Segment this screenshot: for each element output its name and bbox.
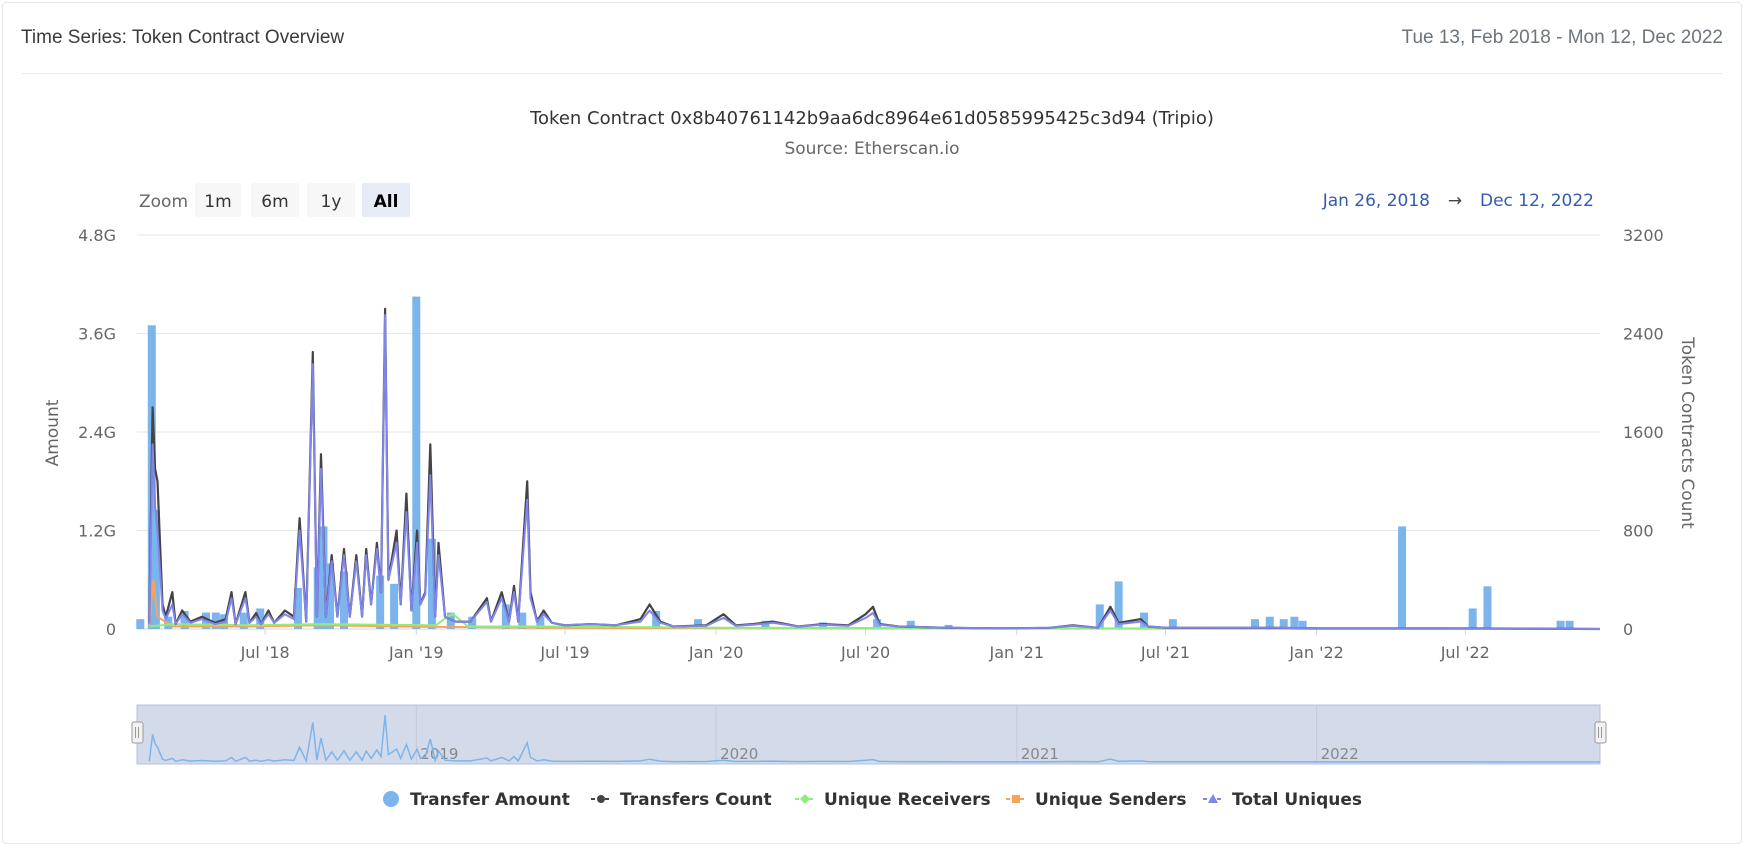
y-left-tick-label: 3.6G (78, 325, 116, 344)
legend-label: Transfer Amount (410, 790, 570, 810)
y-right-tick-label: 2400 (1623, 325, 1664, 344)
range-from-input[interactable]: Jan 26, 2018 (1322, 191, 1430, 211)
x-tick-label: Jul '20 (840, 643, 890, 662)
legend-item-transfers-count[interactable]: Transfers Count (591, 790, 772, 810)
y-axis-left: 0 1.2G 2.4G 3.6G 4.8G (78, 226, 116, 639)
series-lines (148, 307, 1601, 631)
y-left-tick-label: 2.4G (78, 423, 116, 442)
transfer-amount-bar (136, 619, 145, 629)
y-right-tick-label: 800 (1623, 522, 1654, 541)
y-axis-right: 0 800 1600 2400 3200 (1623, 226, 1664, 639)
time-series-chart: Token Contract 0x8b40761142b9aa6dc8964e6… (43, 108, 1697, 810)
x-tick-label: Jan '19 (388, 643, 444, 662)
y-right-tick-label: 1600 (1623, 423, 1664, 442)
chart-title: Token Contract 0x8b40761142b9aa6dc8964e6… (529, 108, 1214, 129)
legend-marker (1208, 794, 1218, 803)
navigator-right-handle[interactable] (1594, 721, 1607, 744)
chart-subtitle: Source: Etherscan.io (784, 139, 959, 159)
y-left-tick-label: 1.2G (78, 522, 116, 541)
range-arrow: → (1448, 191, 1462, 211)
x-tick-label: Jul '19 (539, 643, 589, 662)
navigator-year-label: 2021 (1021, 745, 1059, 763)
legend-item-unique-receivers[interactable]: Unique Receivers (795, 790, 991, 810)
zoom-button-1y[interactable]: 1y (307, 183, 355, 217)
legend-marker (800, 794, 810, 804)
y-left-tick-label: 0 (106, 620, 116, 639)
y-axis-left-title: Amount (43, 399, 63, 466)
legend: Transfer Amount Transfers Count Unique Rec… (383, 790, 1362, 810)
zoom-label: Zoom (139, 192, 188, 212)
navigator-handle-grip[interactable] (131, 721, 144, 744)
navigator-left-handle[interactable] (131, 721, 144, 744)
legend-label: Unique Receivers (824, 790, 991, 810)
x-tick-label: Jan '22 (1288, 643, 1344, 662)
zoom-button-all-label: All (374, 192, 399, 212)
x-tick-label: Jul '21 (1140, 643, 1190, 662)
transfer-amount-bar (390, 583, 399, 629)
transfer-amount-bar (1468, 608, 1477, 629)
legend-label: Total Uniques (1232, 790, 1362, 810)
y-axis-right-title: Token Contracts Count (1677, 336, 1697, 529)
navigator-year-label: 2022 (1321, 745, 1359, 763)
x-axis: Jul '18 Jan '19 Jul '19 Jan '20 Jul '20 Jan '… (240, 629, 1490, 662)
transfer-amount-bars (136, 296, 1574, 629)
range-to-input[interactable]: Dec 12, 2022 (1480, 191, 1594, 211)
zoom-button-all[interactable]: All (362, 183, 410, 217)
y-right-tick-label: 0 (1623, 620, 1633, 639)
transfers-count-line (148, 307, 1601, 631)
zoom-button-6m-label: 6m (261, 192, 288, 212)
legend-item-transfer-amount[interactable]: Transfer Amount (383, 790, 570, 810)
x-tick-label: Jul '22 (1440, 643, 1490, 662)
navigator-handle-grip[interactable] (1594, 721, 1607, 744)
legend-item-total-uniques[interactable]: Total Uniques (1203, 790, 1362, 810)
legend-label: Unique Senders (1035, 790, 1187, 810)
zoom-button-1m[interactable]: 1m (195, 183, 241, 217)
total-uniques-line (148, 314, 1601, 630)
legend-item-unique-senders[interactable]: Unique Senders (1006, 790, 1187, 810)
navigator-selected-range[interactable] (136, 704, 1601, 765)
legend-marker (1012, 795, 1020, 803)
x-tick-label: Jul '18 (240, 643, 290, 662)
zoom-button-6m[interactable]: 6m (251, 183, 299, 217)
navigator[interactable]: 2019 2020 2021 2022 (131, 704, 1607, 765)
y-right-tick-label: 3200 (1623, 226, 1664, 245)
zoom-button-1m-label: 1m (204, 192, 231, 212)
y-left-tick-label: 4.8G (78, 226, 116, 245)
legend-marker (597, 795, 605, 803)
transfer-amount-bar (1398, 526, 1407, 629)
x-tick-label: Jan '20 (688, 643, 744, 662)
legend-label: Transfers Count (620, 790, 772, 810)
zoom-button-1y-label: 1y (321, 192, 342, 212)
transfer-amount-bar (1483, 586, 1492, 629)
legend-marker (383, 791, 399, 807)
x-tick-label: Jan '21 (989, 643, 1045, 662)
